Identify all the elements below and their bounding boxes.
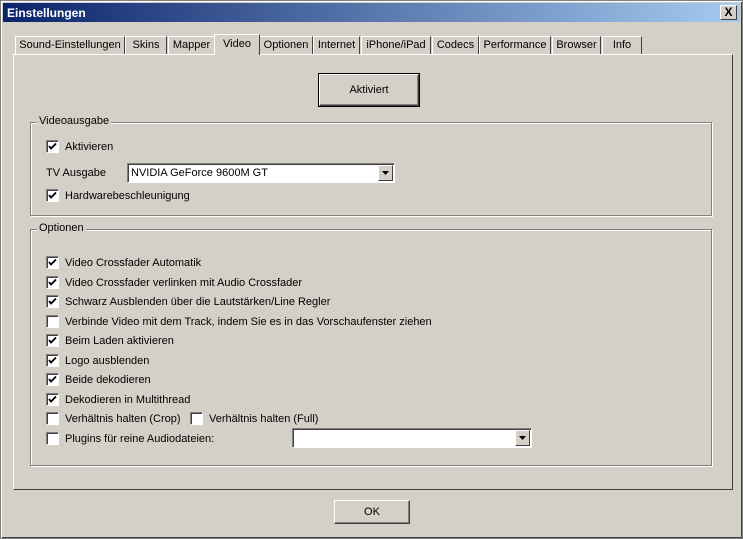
ok-button[interactable]: OK (334, 500, 410, 524)
option-checkbox-plugins[interactable]: Plugins für reine Audiodateien: (46, 432, 214, 445)
tab-iphone-ipad[interactable]: iPhone/iPad (361, 36, 431, 54)
checkbox-box[interactable] (46, 412, 59, 425)
checkbox-box[interactable] (190, 412, 203, 425)
option-checkbox-schwarz-ausblenden[interactable]: Schwarz Ausblenden über die Lautstärken/… (46, 295, 330, 308)
option-label: Verhältnis halten (Full) (209, 412, 319, 425)
option-label: Dekodieren in Multithread (65, 393, 191, 406)
chevron-down-icon (382, 171, 389, 175)
videoausgabe-group: Videoausgabe Aktivieren TV Ausgabe NVIDI… (30, 115, 712, 216)
aktivieren-checkbox[interactable]: Aktivieren (46, 140, 113, 153)
option-checkbox-verbinde-video[interactable]: Verbinde Video mit dem Track, indem Sie … (46, 315, 432, 328)
option-checkbox-crossfader-verlinken[interactable]: Video Crossfader verlinken mit Audio Cro… (46, 276, 302, 289)
checkbox-box[interactable] (46, 432, 59, 445)
option-checkbox-multithread[interactable]: Dekodieren in Multithread (46, 393, 190, 406)
tab-sound-einstellungen[interactable]: Sound-Einstellungen (15, 36, 125, 54)
videoausgabe-group-title: Videoausgabe (37, 115, 112, 127)
tab-skins[interactable]: Skins (125, 36, 167, 54)
checkbox-box[interactable] (46, 354, 59, 367)
aktivieren-label: Aktivieren (65, 140, 114, 153)
aktiviert-button[interactable]: Aktiviert (318, 73, 420, 107)
hardwarebeschleunigung-label: Hardwarebeschleunigung (65, 189, 190, 202)
video-tab-panel: Aktiviert Videoausgabe Aktivieren TV Aus… (13, 54, 733, 490)
tab-performance[interactable]: Performance (479, 36, 551, 54)
option-label: Video Crossfader Automatik (65, 256, 202, 269)
option-label: Video Crossfader verlinken mit Audio Cro… (65, 276, 303, 289)
tab-internet[interactable]: Internet (313, 36, 360, 54)
tab-optionen[interactable]: Optionen (259, 36, 313, 54)
checkbox-box[interactable] (46, 189, 59, 202)
optionen-group: Optionen Video Crossfader Automatik Vide… (30, 222, 712, 466)
tab-browser[interactable]: Browser (552, 36, 601, 54)
option-checkbox-beide-dekodieren[interactable]: Beide dekodieren (46, 373, 151, 386)
option-checkbox-video-crossfader-automatik[interactable]: Video Crossfader Automatik (46, 256, 201, 269)
checkbox-box[interactable] (46, 393, 59, 406)
option-checkbox-logo-ausblenden[interactable]: Logo ausblenden (46, 354, 149, 367)
tab-info[interactable]: Info (602, 36, 642, 54)
tab-codecs[interactable]: Codecs (432, 36, 479, 54)
checkbox-box[interactable] (46, 334, 59, 347)
option-label: Schwarz Ausblenden über die Lautstärken/… (65, 295, 331, 308)
option-label: Logo ausblenden (65, 354, 150, 367)
tv-ausgabe-value: NVIDIA GeForce 9600M GT (131, 167, 268, 179)
checkbox-box[interactable] (46, 276, 59, 289)
window-title: Einstellungen (7, 6, 86, 20)
title-bar[interactable]: Einstellungen X (3, 3, 740, 22)
option-checkbox-verhaeltnis-crop[interactable]: Verhältnis halten (Crop) (46, 412, 181, 425)
tab-video[interactable]: Video (214, 34, 260, 55)
dropdown-arrow-button[interactable] (378, 165, 393, 181)
checkbox-box[interactable] (46, 373, 59, 386)
option-label: Plugins für reine Audiodateien: (65, 432, 215, 445)
option-checkbox-verhaeltnis-full[interactable]: Verhältnis halten (Full) (190, 412, 318, 425)
checkbox-box[interactable] (46, 256, 59, 269)
checkbox-box[interactable] (46, 295, 59, 308)
dropdown-arrow-button[interactable] (515, 430, 530, 446)
option-label: Verhältnis halten (Crop) (65, 412, 181, 425)
chevron-down-icon (519, 436, 526, 440)
optionen-group-title: Optionen (37, 222, 86, 234)
tv-ausgabe-label: TV Ausgabe (46, 167, 106, 179)
close-button[interactable]: X (720, 5, 737, 20)
plugins-dropdown[interactable] (292, 428, 532, 448)
checkbox-box[interactable] (46, 315, 59, 328)
settings-window: Einstellungen X Sound-Einstellungen Skin… (0, 0, 743, 539)
option-checkbox-beim-laden-aktivieren[interactable]: Beim Laden aktivieren (46, 334, 174, 347)
checkbox-box[interactable] (46, 140, 59, 153)
option-label: Beide dekodieren (65, 373, 151, 386)
option-label: Verbinde Video mit dem Track, indem Sie … (65, 315, 432, 328)
tab-mapper[interactable]: Mapper (168, 36, 215, 54)
option-label: Beim Laden aktivieren (65, 334, 174, 347)
tv-ausgabe-dropdown[interactable]: NVIDIA GeForce 9600M GT (127, 163, 395, 183)
hardwarebeschleunigung-checkbox[interactable]: Hardwarebeschleunigung (46, 189, 190, 202)
